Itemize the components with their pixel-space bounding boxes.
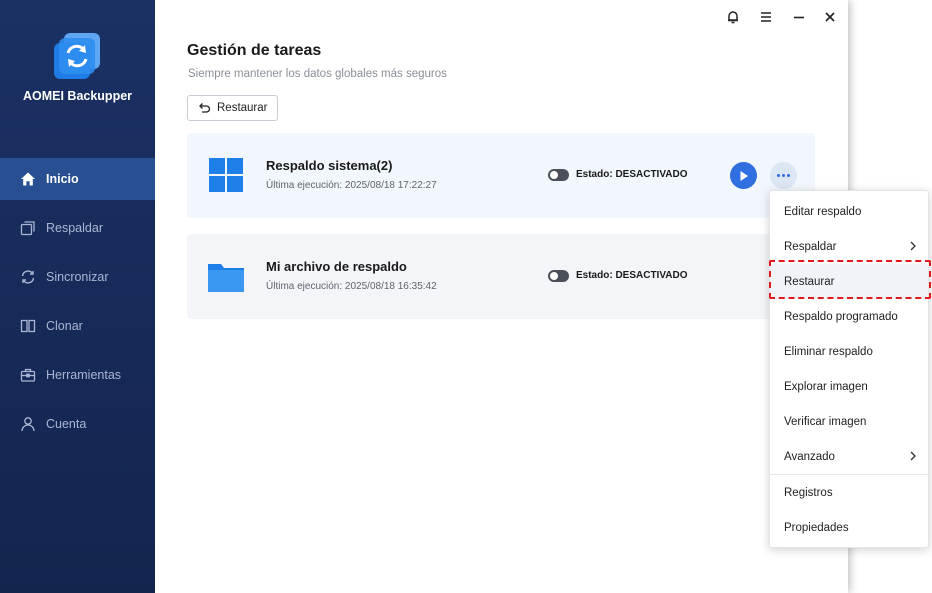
task-state: Estado: DESACTIVADO (576, 169, 688, 180)
sidebar-item-label: Inicio (46, 172, 79, 186)
sidebar-item-inicio[interactable]: Inicio (0, 158, 155, 200)
minimize-icon (794, 16, 804, 19)
screen: AOMEI Backupper Inicio Respaldar Sincron… (0, 0, 932, 593)
sidebar-item-label: Clonar (46, 319, 83, 333)
sidebar-nav: Inicio Respaldar Sincronizar Clonar Herr… (0, 158, 155, 452)
menu-item-label: Propiedades (784, 521, 849, 534)
menu-item-explorar-imagen[interactable]: Explorar imagen (770, 369, 928, 404)
more-dots-icon (776, 174, 780, 177)
more-dots-icon (787, 174, 791, 177)
menu-item-verificar-imagen[interactable]: Verificar imagen (770, 404, 928, 439)
windows-icon (209, 158, 243, 192)
task-card[interactable]: Mi archivo de respaldo Última ejecución:… (187, 234, 815, 319)
menu-item-registros[interactable]: Registros (770, 475, 928, 510)
menu-item-restaurar[interactable]: Restaurar (770, 264, 928, 299)
menu-item-avanzado[interactable]: Avanzado (770, 439, 928, 474)
menu-item-respaldo-programado[interactable]: Respaldo programado (770, 299, 928, 334)
menu-item-label: Verificar imagen (784, 415, 867, 428)
task-name: Mi archivo de respaldo (266, 259, 407, 274)
close-icon (825, 12, 835, 22)
menu-item-respaldar[interactable]: Respaldar (770, 229, 928, 264)
sidebar-item-label: Cuenta (46, 417, 87, 431)
play-icon (740, 170, 748, 181)
chevron-right-icon (910, 241, 916, 251)
sidebar-item-sincronizar[interactable]: Sincronizar (0, 256, 155, 298)
page-subtitle: Siempre mantener los datos globales más … (188, 68, 447, 80)
more-dots-icon (782, 174, 785, 177)
menu-item-propiedades[interactable]: Propiedades (770, 510, 928, 545)
sidebar-item-herramientas[interactable]: Herramientas (0, 354, 155, 396)
main-menu-button[interactable] (757, 8, 775, 26)
user-icon (19, 415, 37, 433)
app-window: AOMEI Backupper Inicio Respaldar Sincron… (0, 0, 848, 593)
home-icon (19, 170, 37, 188)
task-card[interactable]: Respaldo sistema(2) Última ejecución: 20… (187, 133, 815, 218)
sidebar-item-label: Sincronizar (46, 270, 109, 284)
clone-icon (19, 317, 37, 335)
sidebar-item-label: Respaldar (46, 221, 103, 235)
bell-icon (728, 11, 738, 24)
task-context-menu: Editar respaldo Respaldar Restaurar Resp… (769, 190, 929, 548)
sync-icon (19, 268, 37, 286)
task-last-run: Última ejecución: 2025/08/18 17:22:27 (266, 180, 437, 191)
menu-item-label: Avanzado (784, 450, 835, 463)
notification-button[interactable] (724, 8, 742, 26)
toolbox-icon (19, 366, 37, 384)
task-name: Respaldo sistema(2) (266, 158, 393, 173)
menu-item-label: Restaurar (784, 275, 835, 288)
more-options-button[interactable] (770, 162, 797, 189)
page-title: Gestión de tareas (187, 42, 322, 59)
menu-item-label: Respaldar (784, 240, 837, 253)
backup-icon (19, 219, 37, 237)
minimize-button[interactable] (790, 8, 808, 26)
menu-item-label: Eliminar respaldo (784, 345, 873, 358)
menu-item-editar-respaldo[interactable]: Editar respaldo (770, 194, 928, 229)
menu-item-eliminar-respaldo[interactable]: Eliminar respaldo (770, 334, 928, 369)
schedule-toggle[interactable] (548, 270, 569, 282)
run-task-button[interactable] (730, 162, 757, 189)
schedule-toggle[interactable] (548, 169, 569, 181)
menu-item-label: Editar respaldo (784, 205, 862, 218)
close-button[interactable] (821, 8, 839, 26)
chevron-right-icon (910, 451, 916, 461)
undo-icon (199, 103, 211, 113)
restore-button[interactable]: Restaurar (187, 95, 278, 121)
task-last-run: Última ejecución: 2025/08/18 16:35:42 (266, 281, 437, 292)
sidebar-item-cuenta[interactable]: Cuenta (0, 403, 155, 445)
sidebar-item-respaldar[interactable]: Respaldar (0, 207, 155, 249)
menu-item-label: Registros (784, 486, 833, 499)
brand-name: AOMEI Backupper (22, 89, 133, 103)
restore-button-label: Restaurar (217, 102, 268, 114)
sidebar: AOMEI Backupper Inicio Respaldar Sincron… (0, 0, 155, 593)
menu-item-label: Explorar imagen (784, 380, 868, 393)
task-state: Estado: DESACTIVADO (576, 270, 688, 281)
menu-item-label: Respaldo programado (784, 310, 898, 323)
aomei-logo-icon (54, 33, 100, 79)
folder-icon (208, 264, 244, 292)
menu-icon (761, 12, 771, 22)
sidebar-item-label: Herramientas (46, 368, 122, 382)
sidebar-item-clonar[interactable]: Clonar (0, 305, 155, 347)
